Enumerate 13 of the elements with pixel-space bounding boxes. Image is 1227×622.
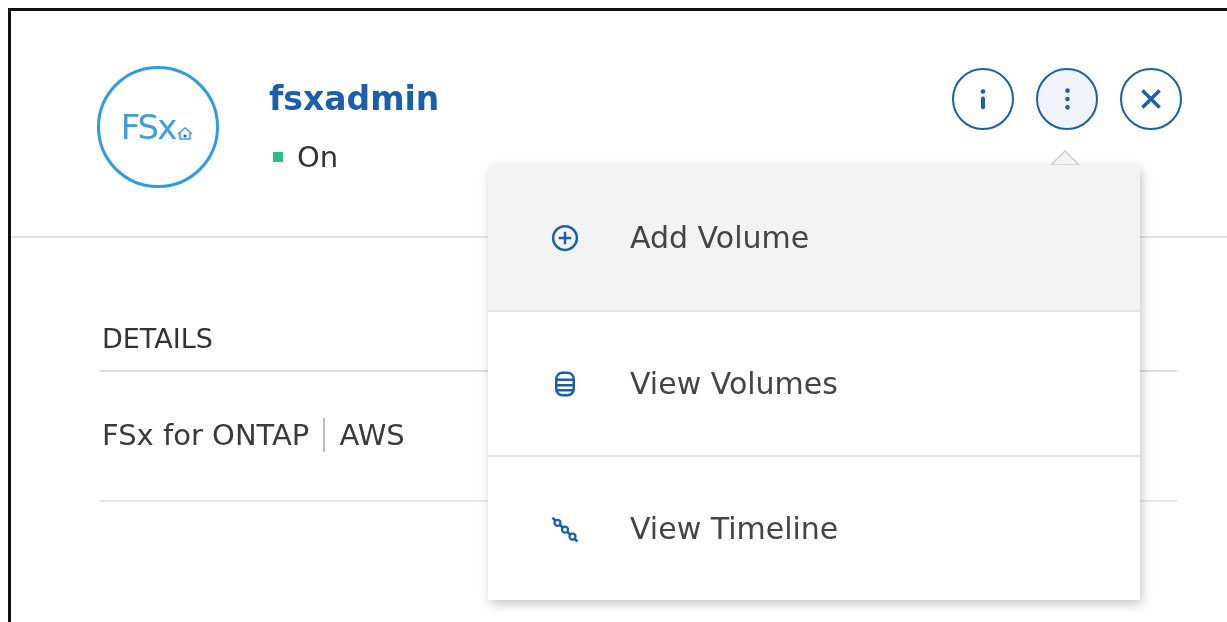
detail-value: AWS: [339, 418, 405, 452]
add-icon: [550, 222, 580, 253]
info-icon: [979, 88, 987, 110]
status-label: On: [297, 140, 339, 174]
close-icon: [1141, 89, 1161, 109]
menu-item[interactable]: View Timeline: [488, 455, 1140, 600]
detail-value: FSx for ONTAP: [102, 418, 310, 452]
more-icon: [1063, 88, 1071, 110]
menu-pointer: [1050, 150, 1080, 165]
menu-item[interactable]: View Volumes: [488, 310, 1140, 455]
menu-item[interactable]: Add Volume: [488, 165, 1140, 310]
instance-name: fsxadmin: [269, 79, 440, 118]
logo-icon: FSx: [97, 66, 219, 188]
